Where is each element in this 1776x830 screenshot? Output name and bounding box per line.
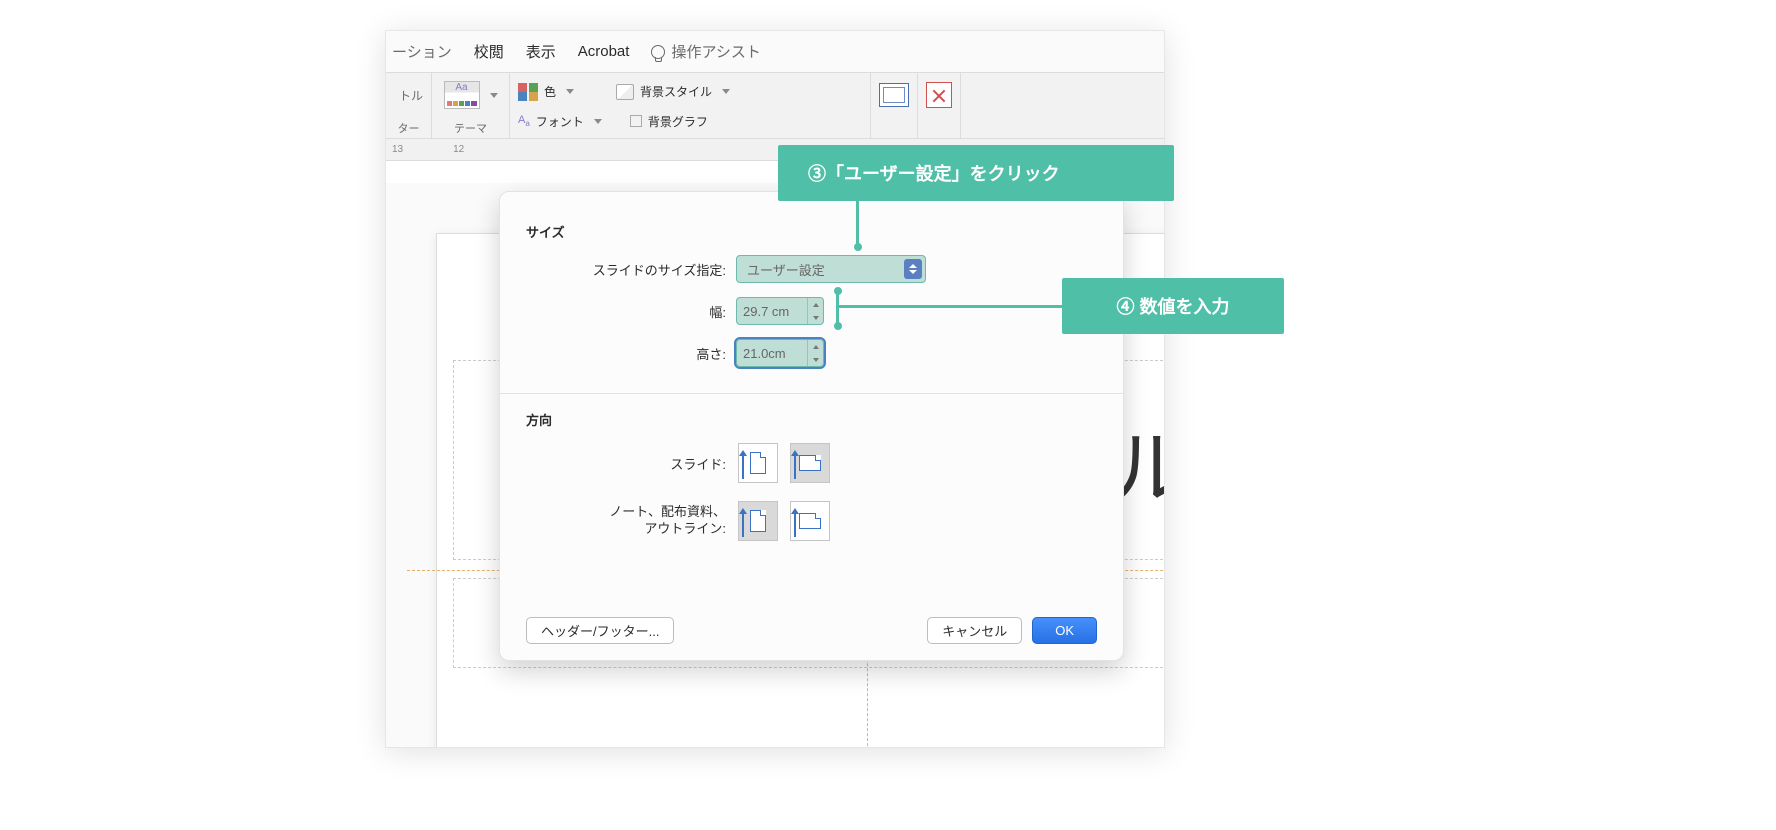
- height-label: 高さ:: [526, 344, 726, 363]
- width-label: 幅:: [526, 302, 726, 321]
- callout-4: ④ 数値を入力: [1062, 278, 1284, 334]
- arrow-up-icon: [794, 513, 796, 537]
- colors-label[interactable]: 色: [544, 83, 556, 100]
- separator: [500, 393, 1123, 394]
- page-portrait-icon: [750, 510, 766, 532]
- arrow-up-icon: [742, 455, 744, 479]
- fonts-label[interactable]: フォント: [536, 113, 584, 130]
- arrow-up-icon: [794, 455, 796, 479]
- callout-3: ③「ユーザー設定」をクリック: [778, 145, 1174, 201]
- tell-me[interactable]: 操作アシスト: [651, 41, 760, 62]
- chevron-down-icon: [594, 119, 602, 124]
- dropdown-arrows-icon: [904, 259, 922, 279]
- slide-size-dialog: サイズ スライドのサイズ指定: ユーザー設定 幅: 高さ: 方向 スライド: [499, 191, 1124, 661]
- ruler-mark-12: 12: [453, 144, 464, 155]
- section-size: サイズ: [526, 222, 1097, 241]
- theme-icon[interactable]: Aa: [444, 81, 480, 109]
- width-spinner[interactable]: [736, 297, 824, 325]
- close-master-icon[interactable]: [926, 82, 952, 108]
- callout-3-connector: [856, 201, 859, 245]
- tab-prev-truncated[interactable]: ーション: [392, 41, 452, 62]
- tab-acrobat[interactable]: Acrobat: [578, 43, 630, 60]
- ribbon-left-label: ター: [398, 120, 420, 136]
- tell-me-label: 操作アシスト: [671, 41, 760, 62]
- cancel-button[interactable]: キャンセル: [927, 617, 1022, 644]
- app-window: ーション 校閲 表示 Acrobat 操作アシスト トル ター Aa テーマ 色: [385, 30, 1165, 748]
- chevron-down-icon: [722, 89, 730, 94]
- bg-graph-label[interactable]: 背景グラフ: [648, 113, 708, 130]
- callout-3-dot: [854, 243, 862, 251]
- header-footer-button[interactable]: ヘッダー/フッター...: [526, 617, 674, 644]
- section-orientation: 方向: [526, 410, 1097, 429]
- chevron-down-icon: [490, 93, 498, 98]
- slide-size-label: スライドのサイズ指定:: [526, 260, 726, 279]
- callout-4-dot-top: [834, 287, 842, 295]
- page-landscape-icon: [799, 455, 821, 471]
- slide-size-dropdown[interactable]: ユーザー設定: [736, 255, 926, 283]
- spinner-arrows-icon[interactable]: [807, 298, 823, 324]
- colors-icon[interactable]: [518, 83, 538, 101]
- lightbulb-icon: [651, 45, 665, 59]
- slide-size-value: ユーザー設定: [747, 260, 825, 279]
- slide-landscape-button[interactable]: [790, 443, 830, 483]
- callout-3-text: ③「ユーザー設定」をクリック: [808, 160, 1060, 186]
- height-spinner[interactable]: [736, 339, 824, 367]
- page-landscape-icon: [799, 513, 821, 529]
- callout-4-dot-bottom: [834, 322, 842, 330]
- arrow-up-icon: [742, 513, 744, 537]
- slide-portrait-button[interactable]: [738, 443, 778, 483]
- callout-4-connector-h: [838, 305, 1062, 308]
- ribbon-left-trunc: トル: [394, 77, 423, 113]
- ribbon: トル ター Aa テーマ 色 背景スタイル Aa フォント 背: [386, 73, 1164, 139]
- callout-4-text: ④ 数値を入力: [1116, 293, 1229, 319]
- notes-landscape-button[interactable]: [790, 501, 830, 541]
- ok-button[interactable]: OK: [1032, 617, 1097, 644]
- width-input[interactable]: [737, 298, 807, 324]
- height-input[interactable]: [737, 340, 807, 366]
- page-portrait-icon: [750, 452, 766, 474]
- chevron-down-icon: [566, 89, 574, 94]
- orient-slide-label: スライド:: [526, 454, 726, 473]
- slide-size-icon[interactable]: [879, 83, 909, 107]
- spinner-arrows-icon[interactable]: [807, 340, 823, 366]
- callout-4-connector-v: [836, 290, 839, 324]
- bgstyle-icon[interactable]: [616, 84, 634, 100]
- notes-portrait-button[interactable]: [738, 501, 778, 541]
- tab-view[interactable]: 表示: [526, 41, 556, 62]
- orient-notes-label: ノート、配布資料、 アウトライン:: [526, 504, 726, 538]
- tab-review[interactable]: 校閲: [474, 41, 504, 62]
- ruler-mark-13: 13: [392, 144, 403, 155]
- theme-label: テーマ: [454, 120, 487, 136]
- bgstyle-label[interactable]: 背景スタイル: [640, 83, 712, 100]
- tab-bar: ーション 校閲 表示 Acrobat 操作アシスト: [386, 31, 1164, 73]
